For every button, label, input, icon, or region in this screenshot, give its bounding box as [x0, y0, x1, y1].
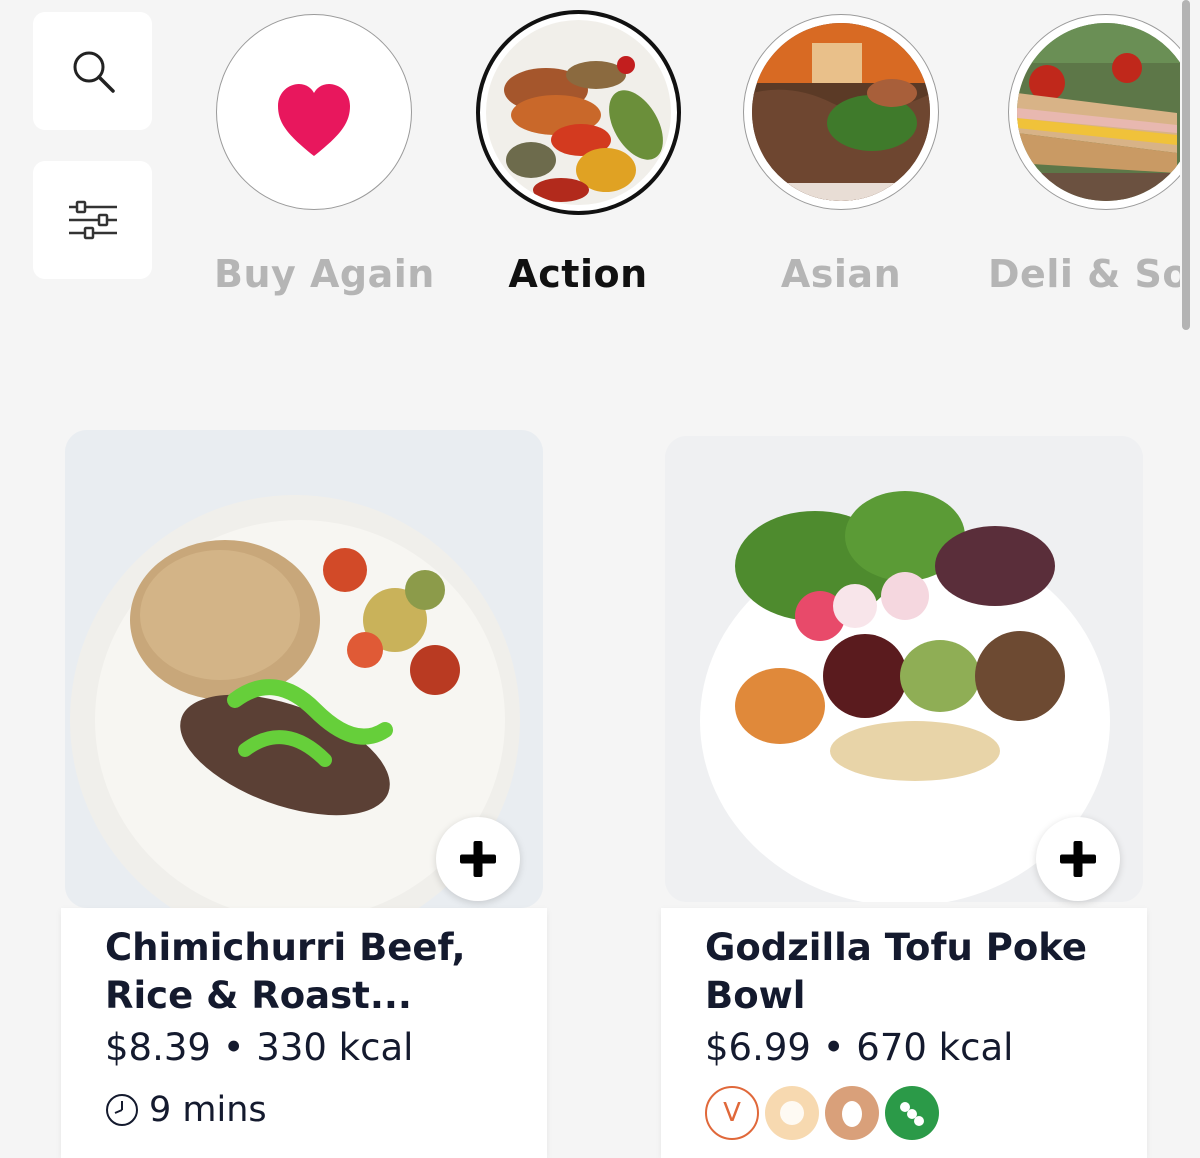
category-label-action[interactable]: Action	[478, 252, 678, 296]
category-label-asian[interactable]: Asian	[741, 252, 941, 296]
separator: •	[822, 1026, 845, 1069]
egg-icon	[825, 1086, 879, 1140]
plus-icon	[1060, 841, 1096, 877]
product-info: Godzilla Tofu Poke Bowl $6.99 • 670 kcal…	[661, 908, 1147, 1158]
category-label-deli[interactable]: Deli & Sou	[988, 252, 1200, 296]
category-label-buy-again[interactable]: Buy Again	[214, 252, 434, 296]
search-button[interactable]	[33, 12, 152, 130]
vegan-icon: V	[705, 1086, 759, 1140]
product-price: $8.39	[105, 1026, 211, 1069]
prep-time: 9 mins	[105, 1090, 267, 1130]
product-card[interactable]: Godzilla Tofu Poke Bowl $6.99 • 670 kcal…	[661, 436, 1147, 1158]
add-to-cart-button[interactable]	[1036, 817, 1120, 901]
prep-time-text: 9 mins	[149, 1090, 267, 1130]
product-price-calories: $6.99 • 670 kcal	[705, 1026, 1013, 1069]
gluten-icon	[765, 1086, 819, 1140]
category-deli[interactable]	[1008, 14, 1200, 210]
product-price: $6.99	[705, 1026, 811, 1069]
spices-image	[486, 20, 671, 205]
product-title[interactable]: Godzilla Tofu Poke Bowl	[705, 924, 1125, 1020]
scrollbar-thumb[interactable]	[1182, 0, 1190, 330]
plus-icon	[460, 841, 496, 877]
separator: •	[222, 1026, 245, 1069]
filter-button[interactable]	[33, 161, 152, 279]
sandwich-image	[1017, 23, 1195, 201]
product-title[interactable]: Chimichurri Beef, Rice & Roast...	[105, 924, 525, 1020]
search-icon	[73, 51, 115, 93]
product-info: Chimichurri Beef, Rice & Roast... $8.39 …	[61, 908, 547, 1158]
product-calories: 670 kcal	[856, 1026, 1014, 1069]
category-asian[interactable]	[743, 14, 939, 210]
soy-icon	[885, 1086, 939, 1140]
category-action[interactable]	[476, 10, 681, 215]
add-to-cart-button[interactable]	[436, 817, 520, 901]
heart-icon	[277, 83, 350, 156]
product-price-calories: $8.39 • 330 kcal	[105, 1026, 413, 1069]
product-calories: 330 kcal	[256, 1026, 414, 1069]
clock-icon	[106, 1094, 138, 1126]
category-buy-again[interactable]	[216, 14, 412, 210]
diet-badges: V	[705, 1086, 939, 1140]
sliders-icon	[68, 200, 117, 240]
product-card[interactable]: Chimichurri Beef, Rice & Roast... $8.39 …	[61, 430, 547, 1158]
noodle-bowl-image	[752, 23, 930, 201]
